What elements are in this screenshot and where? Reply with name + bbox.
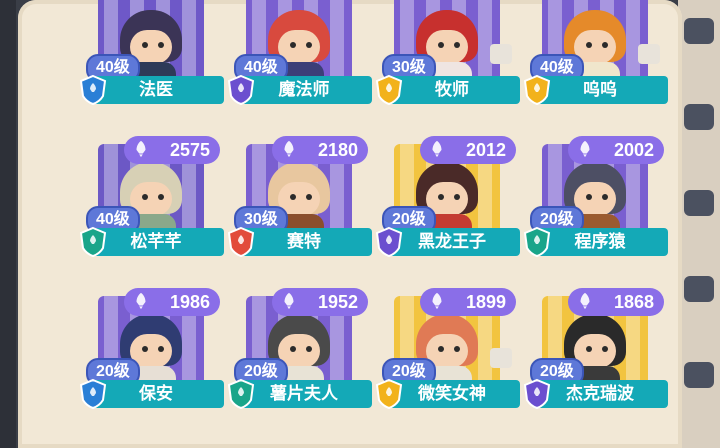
shirt-icon[interactable] [638, 44, 660, 64]
portrait-stripe [330, 0, 344, 88]
character-eye [306, 194, 312, 200]
character-eye [586, 194, 592, 200]
score-value: 2012 [465, 140, 506, 160]
portrait-stripe [626, 0, 640, 88]
score-value: 1952 [317, 292, 358, 312]
character-card[interactable]: 2002 20级 程序猿 [522, 136, 668, 258]
book-right-edge [678, 0, 720, 448]
character-card[interactable]: 40级 法医 [78, 0, 224, 106]
shield-icon [227, 378, 255, 410]
character-eye [602, 194, 608, 200]
book-tab[interactable] [684, 18, 714, 44]
character-name: 魔法师 [236, 76, 372, 104]
rocket-icon [284, 292, 294, 310]
character-card[interactable]: 30级 牧师 [374, 0, 520, 106]
score-pill: 2002 [568, 136, 664, 164]
character-eye [586, 346, 592, 352]
score-value: 2575 [169, 140, 210, 160]
character-name: 呜呜 [532, 76, 668, 104]
score-value: 2180 [317, 140, 358, 160]
character-card[interactable]: 1899 20级 微笑女神 [374, 288, 520, 410]
character-eye [158, 42, 164, 48]
character-eye [290, 42, 296, 48]
score-value: 1868 [613, 292, 654, 312]
shield-icon [227, 226, 255, 258]
character-eye [290, 346, 296, 352]
character-eye [142, 346, 148, 352]
rocket-icon [432, 140, 442, 158]
book-tab[interactable] [684, 104, 714, 130]
character-eye [142, 42, 148, 48]
character-eye [306, 346, 312, 352]
shirt-icon[interactable] [490, 44, 512, 64]
character-name: 杰克瑞波 [532, 380, 668, 408]
character-name: 赛特 [236, 228, 372, 256]
shield-icon [227, 74, 255, 106]
shield-icon [79, 378, 107, 410]
character-card[interactable]: 1952 20级 薯片夫人 [226, 288, 372, 410]
character-name: 程序猿 [532, 228, 668, 256]
character-eye [454, 194, 460, 200]
rocket-icon [580, 140, 590, 158]
shirt-icon[interactable] [490, 348, 512, 368]
character-card[interactable]: 2180 30级 赛特 [226, 136, 372, 258]
score-pill: 1986 [124, 288, 220, 316]
score-pill: 2012 [420, 136, 516, 164]
score-value: 1986 [169, 292, 210, 312]
shield-icon [523, 226, 551, 258]
character-name: 保安 [88, 380, 224, 408]
character-name: 微笑女神 [384, 380, 520, 408]
character-eye [602, 42, 608, 48]
character-card[interactable]: 1986 20级 保安 [78, 288, 224, 410]
character-name: 法医 [88, 76, 224, 104]
character-card[interactable]: 2575 40级 松芊芊 [78, 136, 224, 258]
character-eye [142, 194, 148, 200]
rocket-icon [136, 292, 146, 310]
rocket-icon [432, 292, 442, 310]
character-eye [454, 346, 460, 352]
book-tab[interactable] [684, 362, 714, 388]
character-eye [586, 42, 592, 48]
rocket-icon [284, 140, 294, 158]
book-left-edge [0, 0, 16, 448]
character-eye [158, 194, 164, 200]
portrait-stripe [478, 0, 492, 88]
rocket-icon [580, 292, 590, 310]
character-name: 黑龙王子 [384, 228, 520, 256]
character-card[interactable]: 1868 20级 杰克瑞波 [522, 288, 668, 410]
character-eye [290, 194, 296, 200]
book-tab[interactable] [684, 190, 714, 216]
score-pill: 2180 [272, 136, 368, 164]
shield-icon [375, 74, 403, 106]
shield-icon [523, 74, 551, 106]
character-card[interactable]: 40级 魔法师 [226, 0, 372, 106]
score-value: 1899 [465, 292, 506, 312]
score-value: 2002 [613, 140, 654, 160]
character-card[interactable]: 2012 20级 黑龙王子 [374, 136, 520, 258]
shield-icon [375, 378, 403, 410]
character-collection-panel: 40级 法医 40级 魔法师 30级 牧师 40级 呜呜 2575 40级 松芊芊 2180 30级 赛特… [18, 0, 682, 448]
shield-icon [79, 226, 107, 258]
score-pill: 1952 [272, 288, 368, 316]
character-eye [438, 42, 444, 48]
character-name: 松芊芊 [88, 228, 224, 256]
shield-icon [79, 74, 107, 106]
character-eye [438, 346, 444, 352]
character-name: 薯片夫人 [236, 380, 372, 408]
book-tab[interactable] [684, 276, 714, 302]
portrait-stripe [182, 0, 196, 88]
score-pill: 2575 [124, 136, 220, 164]
character-card[interactable]: 40级 呜呜 [522, 0, 668, 106]
score-pill: 1899 [420, 288, 516, 316]
character-eye [158, 346, 164, 352]
shield-icon [523, 378, 551, 410]
rocket-icon [136, 140, 146, 158]
character-name: 牧师 [384, 76, 520, 104]
character-eye [602, 346, 608, 352]
shield-icon [375, 226, 403, 258]
character-eye [306, 42, 312, 48]
score-pill: 1868 [568, 288, 664, 316]
character-eye [438, 194, 444, 200]
character-eye [454, 42, 460, 48]
